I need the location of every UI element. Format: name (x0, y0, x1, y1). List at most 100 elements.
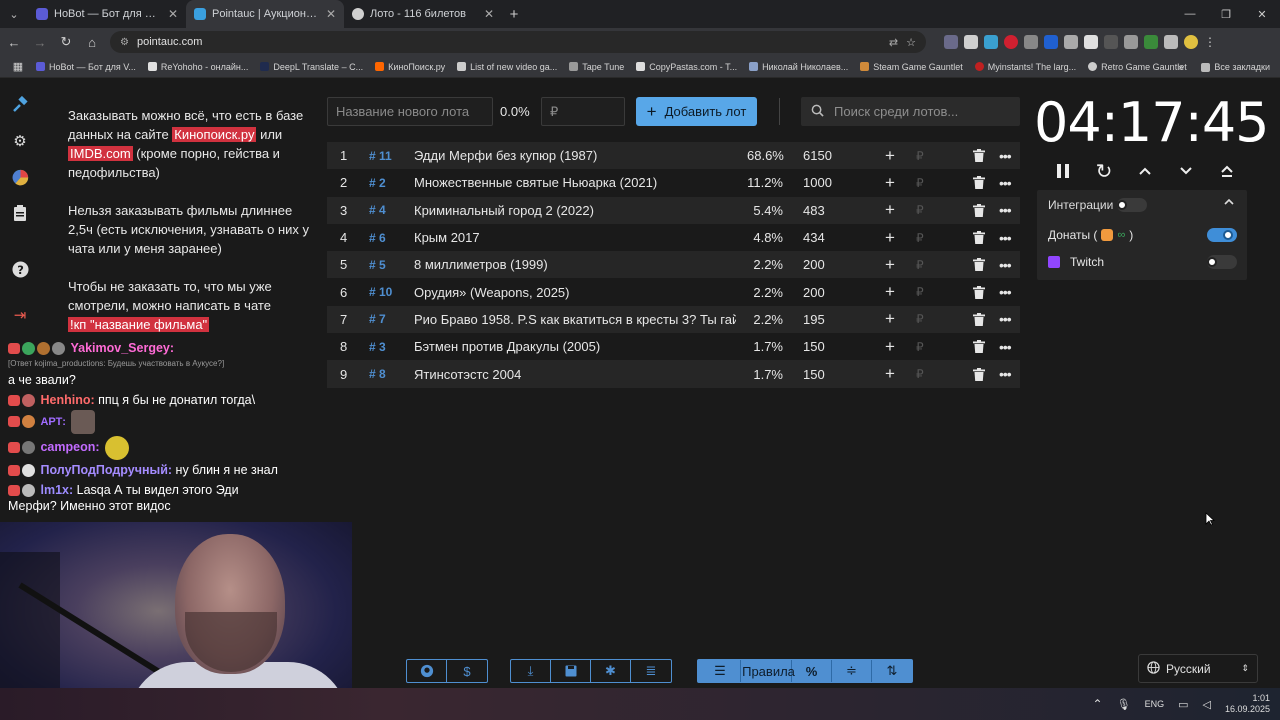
lot-amount[interactable]: 150 (803, 367, 825, 382)
profile-avatar[interactable] (1184, 35, 1198, 49)
bookmark-item[interactable]: DeepL Translate – С... (260, 62, 363, 72)
trash-icon[interactable] (973, 231, 985, 245)
extension-icon[interactable] (1144, 35, 1158, 49)
tab-hobot[interactable]: HoBot — Бот для VK Video Live ✕ (28, 0, 186, 28)
lot-row[interactable]: 6 # 10 Орудия» (Weapons, 2025) 2.2% 200 + ₽ ••• (327, 278, 1020, 305)
wheel-icon[interactable] (9, 166, 31, 188)
add-amount-plus-icon[interactable]: + (885, 337, 895, 357)
reload-icon[interactable]: ↻ (54, 30, 78, 54)
minimize-icon[interactable]: — (1172, 0, 1208, 28)
amount-rub-input[interactable]: ₽ (916, 340, 924, 354)
extension-icon[interactable] (1124, 35, 1138, 49)
extension-icon[interactable] (1104, 35, 1118, 49)
lot-row[interactable]: 2 # 2 Множественные святые Ньюарка (2021) 1… (327, 169, 1020, 196)
bookmark-item[interactable]: Retro Game Gauntlet (1088, 62, 1187, 72)
bookmark-item[interactable]: Николай Николаев... (749, 62, 848, 72)
close-icon[interactable]: ✕ (484, 7, 494, 21)
more-bookmarks-icon[interactable]: » (1178, 62, 1183, 72)
amount-rub-input[interactable]: ₽ (916, 367, 924, 381)
split-icon[interactable]: ≑ (832, 660, 872, 682)
menu-kebab-icon[interactable]: ⋮ (1204, 35, 1218, 49)
lot-name[interactable]: Эдди Мерфи без купюр (1987) (414, 148, 736, 163)
trash-icon[interactable] (973, 367, 985, 381)
more-options-icon[interactable]: ••• (999, 366, 1012, 382)
extensions-puzzle-icon[interactable] (1164, 35, 1178, 49)
trash-icon[interactable] (973, 203, 985, 217)
amount-rub-input[interactable]: ₽ (916, 258, 924, 272)
home-icon[interactable]: ⌂ (80, 30, 104, 54)
bookmark-item[interactable]: HoBot — Бот для V... (36, 62, 136, 72)
trash-icon[interactable] (973, 340, 985, 354)
lot-row[interactable]: 8 # 3 Бэтмен против Дракулы (2005) 1.7% 150 +… (327, 333, 1020, 360)
bookmark-item[interactable]: Myinstants! The larg... (974, 62, 1076, 72)
microphone-icon[interactable]: 🎙 (1117, 698, 1131, 711)
lot-name[interactable]: Крым 2017 (414, 230, 736, 245)
close-icon[interactable]: ✕ (326, 7, 336, 21)
pause-icon[interactable] (1050, 158, 1076, 184)
bookmark-star-icon[interactable]: ☆ (906, 36, 916, 49)
integrations-toggle[interactable] (1117, 198, 1147, 212)
bookmark-item[interactable]: Steam Game Gauntlet (860, 62, 963, 72)
translate-icon[interactable]: ⇄ (889, 36, 898, 49)
lot-amount[interactable]: 483 (803, 203, 825, 218)
reset-icon[interactable]: ↻ (1091, 158, 1117, 184)
lot-amount[interactable]: 1000 (803, 175, 832, 190)
site-info-icon[interactable]: ⚙ (120, 37, 129, 48)
forward-arrow-icon[interactable]: → (28, 30, 52, 54)
language-select[interactable]: Русский ⇕ (1138, 654, 1258, 683)
lot-amount[interactable]: 200 (803, 285, 825, 300)
amount-rub-input[interactable]: ₽ (916, 176, 924, 190)
twitch-toggle[interactable] (1207, 255, 1237, 269)
lot-name[interactable]: 8 миллиметров (1999) (414, 257, 736, 272)
lot-row[interactable]: 5 # 5 8 миллиметров (1999) 2.2% 200 + ₽ ••• (327, 251, 1020, 279)
gear-icon[interactable]: ⚙ (9, 130, 31, 152)
chevron-double-up-icon[interactable] (1214, 158, 1240, 184)
apps-grid-icon[interactable]: ▦ (0, 60, 36, 73)
more-options-icon[interactable]: ••• (999, 175, 1012, 191)
percent-icon[interactable]: % (792, 660, 832, 682)
imdb-link[interactable]: IMDB.com (68, 146, 133, 161)
rules-button[interactable]: ☰ Правила (698, 660, 795, 682)
extension-icon[interactable] (1064, 35, 1078, 49)
more-options-icon[interactable]: ••• (999, 339, 1012, 355)
network-icon[interactable]: ▭ (1178, 698, 1188, 711)
donate-dollar-icon[interactable]: $ (447, 660, 487, 682)
bug-icon[interactable]: ✱ (591, 660, 631, 682)
more-options-icon[interactable]: ••• (999, 202, 1012, 218)
add-amount-plus-icon[interactable]: + (885, 228, 895, 248)
more-options-icon[interactable]: ••• (999, 311, 1012, 327)
all-bookmarks-button[interactable]: Все закладки (1201, 62, 1270, 72)
amount-rub-input[interactable]: ₽ (916, 285, 924, 299)
lot-amount[interactable]: 200 (803, 257, 825, 272)
chevron-up-icon[interactable] (1223, 196, 1235, 210)
bookmark-item[interactable]: CopyPastas.com - T... (636, 62, 737, 72)
trash-icon[interactable] (973, 176, 985, 190)
tray-expand-icon[interactable]: ⌃ (1093, 697, 1103, 711)
lot-row[interactable]: 4 # 6 Крым 2017 4.8% 434 + ₽ ••• (327, 224, 1020, 251)
amount-rub-input[interactable]: ₽ (916, 231, 924, 245)
auction-hammer-icon[interactable] (9, 94, 31, 116)
lot-search-input[interactable]: Поиск среди лотов... (801, 97, 1020, 126)
help-icon[interactable]: ? (9, 258, 31, 280)
new-lot-name-input[interactable]: Название нового лота (327, 97, 493, 126)
more-options-icon[interactable]: ••• (999, 148, 1012, 164)
bookmark-item[interactable]: КиноПоиск.ру (375, 62, 445, 72)
lot-row[interactable]: 7 # 7 Рио Браво 1958. P.S как вкатиться в … (327, 305, 1020, 334)
close-window-icon[interactable]: ✕ (1244, 0, 1280, 28)
extension-icon[interactable] (964, 35, 978, 49)
lot-amount[interactable]: 6150 (803, 148, 832, 163)
lot-name[interactable]: Криминальный город 2 (2022) (414, 203, 736, 218)
extension-icon[interactable] (1044, 35, 1058, 49)
extension-icon[interactable] (944, 35, 958, 49)
lot-name[interactable]: Рио Браво 1958. P.S как вкатиться в крес… (414, 312, 736, 327)
more-options-icon[interactable]: ••• (999, 284, 1012, 300)
extension-icon[interactable] (1024, 35, 1038, 49)
bookmark-item[interactable]: ReYohoho - онлайн... (147, 62, 248, 72)
chevron-up-icon[interactable] (1132, 158, 1158, 184)
close-icon[interactable]: ✕ (168, 7, 178, 21)
sort-icon[interactable]: ⇅ (872, 660, 912, 682)
lot-amount[interactable]: 195 (803, 312, 825, 327)
kinopoisk-link[interactable]: Кинопоиск.ру (172, 127, 257, 142)
more-options-icon[interactable]: ••• (999, 230, 1012, 246)
add-amount-plus-icon[interactable]: + (885, 309, 895, 329)
